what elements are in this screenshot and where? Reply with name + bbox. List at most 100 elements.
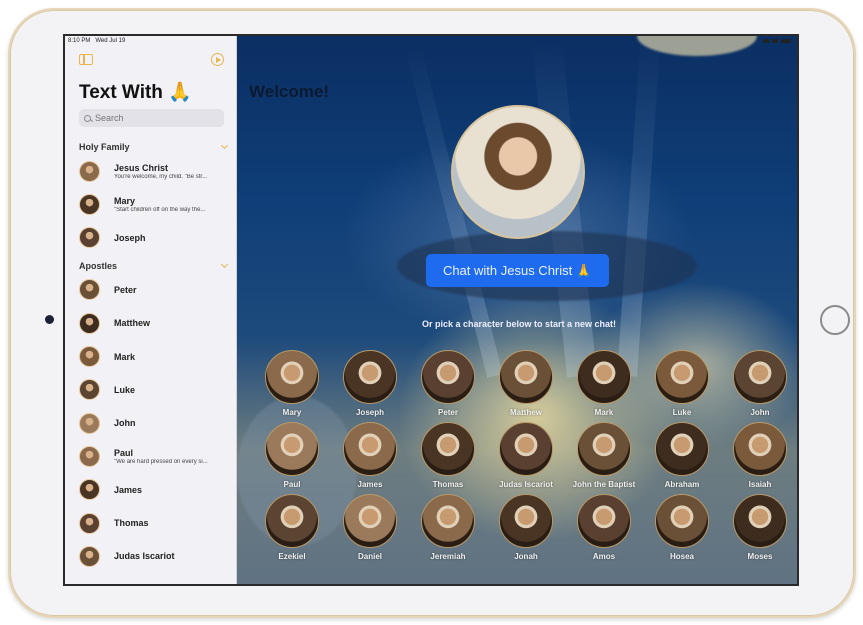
- contact-item[interactable]: Paul "We are hard pressed on every si...: [79, 442, 229, 470]
- character-card[interactable]: Joseph: [331, 350, 409, 417]
- contact-item[interactable]: Mary "Start children off on the way the.…: [79, 190, 229, 218]
- character-card[interactable]: Jeremiah: [409, 494, 487, 561]
- avatar: [79, 545, 100, 567]
- status-bar: 8:10 PM Wed Jul 19: [68, 38, 125, 44]
- search-input[interactable]: [95, 113, 215, 123]
- avatar: [79, 379, 100, 401]
- app-title: Text With 🙏: [79, 82, 192, 103]
- character-avatar: [577, 422, 631, 476]
- character-card[interactable]: Thomas: [409, 422, 487, 489]
- contact-item[interactable]: Matthew: [79, 309, 229, 337]
- home-button[interactable]: [820, 305, 850, 335]
- battery-percent: [772, 39, 778, 43]
- contact-item[interactable]: John: [79, 409, 229, 437]
- character-card[interactable]: Ezekiel: [253, 494, 331, 561]
- character-card[interactable]: Paul: [253, 422, 331, 489]
- contact-item[interactable]: Thomas: [79, 509, 229, 537]
- contact-item[interactable]: Peter: [79, 276, 229, 304]
- character-grid: Mary Joseph Peter Matthew Mark Luke John…: [253, 350, 793, 561]
- character-avatar: [733, 350, 787, 404]
- contact-item[interactable]: Judas Iscariot: [79, 542, 229, 570]
- character-card[interactable]: Jonah: [487, 494, 565, 561]
- character-name: Judas Iscariot: [499, 480, 553, 489]
- status-time: 8:10 PM: [68, 38, 91, 44]
- avatar: [79, 312, 100, 334]
- character-name: Luke: [672, 408, 692, 417]
- chevron-down-icon[interactable]: [220, 260, 229, 268]
- contact-name: Mary: [114, 195, 136, 206]
- main-panel: Welcome! Chat with Jesus Christ 🙏 Or pic…: [237, 36, 797, 584]
- avatar: [79, 160, 100, 182]
- chevron-down-icon[interactable]: [220, 141, 229, 150]
- character-card[interactable]: Mary: [253, 350, 331, 417]
- character-card[interactable]: Daniel: [331, 494, 409, 561]
- character-name: Ezekiel: [278, 552, 306, 561]
- character-name: Thomas: [432, 480, 464, 489]
- contact-name: Luke: [114, 384, 136, 395]
- character-avatar: [343, 350, 397, 404]
- contact-item[interactable]: Luke: [79, 376, 229, 404]
- character-avatar: [499, 494, 553, 548]
- contact-item[interactable]: Joseph: [79, 224, 229, 252]
- character-name: Mary: [282, 408, 302, 417]
- contact-item[interactable]: James: [79, 476, 229, 504]
- avatar: [79, 412, 100, 434]
- character-name: Peter: [437, 408, 458, 417]
- character-card[interactable]: Amos: [565, 494, 643, 561]
- chat-with-jesus-button[interactable]: Chat with Jesus Christ 🙏: [426, 254, 609, 287]
- message-preview: You're welcome, my child. "Be str...: [114, 173, 208, 180]
- character-card[interactable]: John: [721, 350, 797, 417]
- character-avatar: [343, 494, 397, 548]
- character-card[interactable]: Moses: [721, 494, 797, 561]
- character-card[interactable]: Luke: [643, 350, 721, 417]
- character-avatar: [577, 494, 631, 548]
- character-card[interactable]: Isaiah: [721, 422, 797, 489]
- search-bar[interactable]: [79, 109, 224, 127]
- contact-name: Judas Iscariot: [114, 551, 175, 562]
- contact-item[interactable]: Mark: [79, 343, 229, 371]
- character-avatar: [655, 422, 709, 476]
- avatar: [79, 227, 100, 249]
- contact-name: Peter: [114, 284, 137, 295]
- character-avatar: [499, 350, 553, 404]
- character-card[interactable]: Peter: [409, 350, 487, 417]
- status-date: Wed Jul 19: [95, 38, 126, 44]
- avatar: [79, 512, 100, 534]
- character-name: John: [750, 408, 770, 417]
- contact-name: Joseph: [114, 232, 146, 243]
- sidebar: Text With 🙏 Holy Family Jesus Christ You…: [65, 36, 237, 584]
- character-avatar: [421, 350, 475, 404]
- featured-character-avatar[interactable]: [451, 105, 585, 239]
- section-header[interactable]: Apostles: [79, 260, 229, 271]
- character-card[interactable]: Hosea: [643, 494, 721, 561]
- section-header[interactable]: Holy Family: [79, 141, 229, 152]
- message-preview: "Start children off on the way the...: [114, 206, 206, 213]
- contact-name: John: [114, 418, 136, 429]
- play-circle-icon[interactable]: [211, 53, 224, 66]
- character-card[interactable]: Mark: [565, 350, 643, 417]
- character-avatar: [265, 350, 319, 404]
- avatar: [79, 193, 100, 215]
- wifi-icon: [763, 39, 769, 43]
- character-card[interactable]: Abraham: [643, 422, 721, 489]
- character-card[interactable]: Matthew: [487, 350, 565, 417]
- character-card[interactable]: James: [331, 422, 409, 489]
- page-title: Welcome!: [249, 82, 329, 101]
- avatar: [79, 279, 100, 301]
- character-name: Daniel: [357, 552, 382, 561]
- sidebar-toggle-icon[interactable]: [79, 54, 93, 65]
- character-card[interactable]: John the Baptist: [565, 422, 643, 489]
- character-name: Mark: [594, 408, 614, 417]
- search-icon: [84, 114, 91, 122]
- avatar: [79, 346, 100, 367]
- character-avatar: [421, 422, 475, 476]
- character-name: Moses: [747, 552, 773, 561]
- status-indicators: [763, 39, 791, 43]
- character-avatar: [655, 350, 709, 404]
- character-name: Paul: [283, 480, 301, 489]
- character-name: Amos: [592, 552, 616, 561]
- contact-item[interactable]: Jesus Christ You're welcome, my child. "…: [79, 157, 229, 185]
- section-title: Holy Family: [79, 142, 130, 152]
- contact-name: Thomas: [114, 518, 149, 528]
- character-card[interactable]: Judas Iscariot: [487, 422, 565, 489]
